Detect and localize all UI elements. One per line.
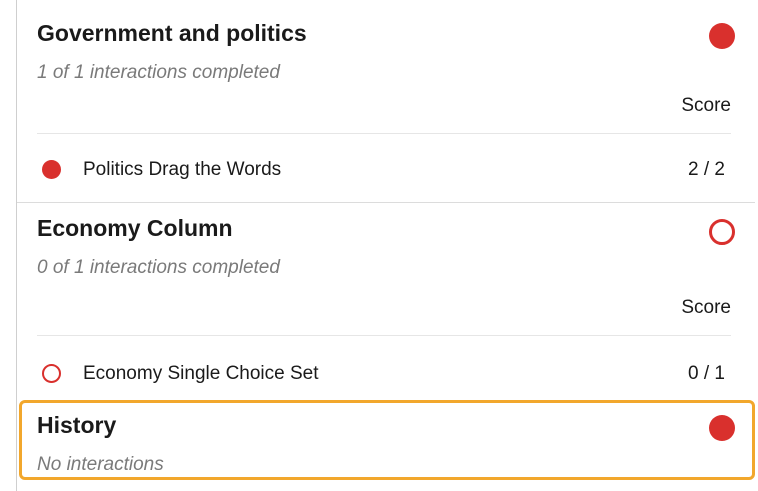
empty-circle-icon xyxy=(709,219,735,245)
score-header: Score xyxy=(681,297,731,318)
empty-circle-icon xyxy=(42,364,61,383)
filled-circle-icon xyxy=(42,160,61,179)
divider xyxy=(37,133,731,134)
item-label[interactable]: Economy Single Choice Set xyxy=(83,363,319,385)
section-history[interactable]: History No interactions xyxy=(17,403,755,478)
section-economy-column[interactable]: Economy Column 0 of 1 interactions compl… xyxy=(17,203,755,401)
item-label[interactable]: Politics Drag the Words xyxy=(83,159,281,181)
section-title: History xyxy=(37,412,117,438)
item-score: 2 / 2 xyxy=(688,159,725,180)
filled-circle-icon xyxy=(709,415,735,441)
section-subtitle: 1 of 1 interactions completed xyxy=(37,62,280,83)
divider xyxy=(37,335,731,336)
score-header: Score xyxy=(681,95,731,116)
filled-circle-icon xyxy=(709,23,735,49)
progress-panel: Government and politics 1 of 1 interacti… xyxy=(16,0,755,491)
item-score: 0 / 1 xyxy=(688,363,725,384)
section-subtitle: 0 of 1 interactions completed xyxy=(37,257,280,278)
section-title: Economy Column xyxy=(37,215,233,241)
section-title: Government and politics xyxy=(37,20,307,46)
section-subtitle: No interactions xyxy=(37,454,164,475)
section-government-and-politics[interactable]: Government and politics 1 of 1 interacti… xyxy=(17,0,755,202)
